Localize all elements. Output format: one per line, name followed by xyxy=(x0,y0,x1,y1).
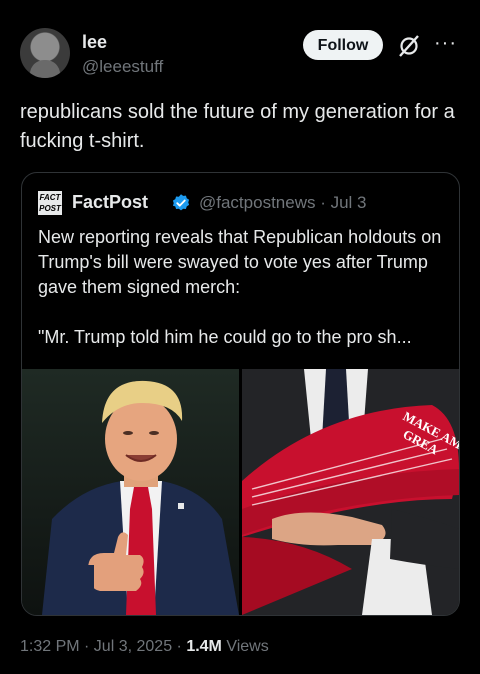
quoted-handle-date: @factpostnews · Jul 3 xyxy=(199,193,367,212)
quoted-author-name[interactable]: FactPost xyxy=(72,192,148,213)
tweet-header: lee @leeestuff Follow ··· xyxy=(20,28,465,84)
quoted-text: New reporting reveals that Republican ho… xyxy=(38,225,443,350)
quoted-header: FACT POST FactPost @factpostnews · Jul 3 xyxy=(38,191,448,215)
avatar[interactable] xyxy=(20,28,70,78)
views-count: 1.4M xyxy=(186,638,222,655)
photo-signed-hats[interactable]: MAKE AM GREA xyxy=(242,369,459,615)
timestamp[interactable]: 1:32 PM · Jul 3, 2025 · xyxy=(20,638,186,655)
verified-icon xyxy=(172,194,190,211)
tweet-text: republicans sold the future of my genera… xyxy=(20,101,455,152)
photo-man-thumbs-up[interactable] xyxy=(22,369,239,615)
more-icon[interactable]: ··· xyxy=(434,32,457,55)
quoted-tweet[interactable]: FACT POST FactPost @factpostnews · Jul 3 … xyxy=(21,172,460,616)
quoted-paragraph-1: New reporting reveals that Republican ho… xyxy=(38,227,442,297)
tweet-meta: 1:32 PM · Jul 3, 2025 · 1.4M Views xyxy=(20,638,269,656)
factpost-logo[interactable]: FACT POST xyxy=(38,191,62,215)
quoted-paragraph-2: "Mr. Trump told him he could go to the p… xyxy=(38,327,412,347)
author-name[interactable]: lee xyxy=(82,32,107,53)
grok-icon[interactable] xyxy=(397,34,421,58)
media-grid: MAKE AM GREA xyxy=(22,369,459,615)
views-label: Views xyxy=(221,638,269,655)
follow-button[interactable]: Follow xyxy=(303,30,383,60)
author-handle[interactable]: @leeestuff xyxy=(82,57,163,77)
